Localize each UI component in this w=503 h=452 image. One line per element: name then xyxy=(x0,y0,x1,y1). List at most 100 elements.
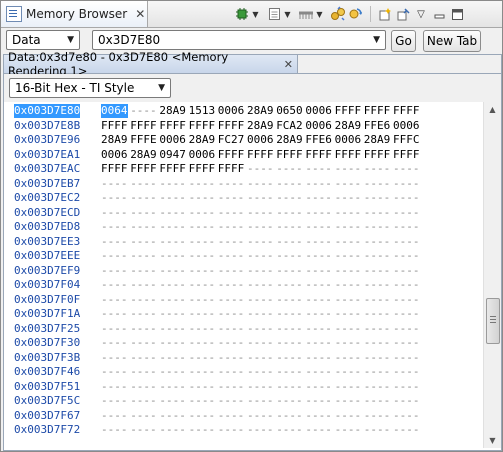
memory-cell[interactable]: ---- xyxy=(305,206,332,220)
memory-cell[interactable]: ---- xyxy=(276,206,303,220)
memory-cell[interactable]: ---- xyxy=(130,191,157,205)
memory-cell[interactable]: ---- xyxy=(189,206,216,220)
memory-cell[interactable]: ---- xyxy=(189,351,216,365)
memory-cell[interactable]: ---- xyxy=(247,336,274,350)
memory-cell[interactable]: ---- xyxy=(393,177,420,191)
memory-cell[interactable]: ---- xyxy=(130,336,157,350)
memory-cell[interactable]: ---- xyxy=(305,351,332,365)
memory-cell[interactable]: ---- xyxy=(101,278,128,292)
memory-cell[interactable]: ---- xyxy=(393,351,420,365)
memory-cell[interactable]: FFFF xyxy=(189,162,216,176)
memory-cell[interactable]: ---- xyxy=(218,394,245,408)
memory-cell[interactable]: ---- xyxy=(393,423,420,437)
memory-cell[interactable]: ---- xyxy=(335,293,362,307)
memory-cell[interactable]: ---- xyxy=(335,162,362,176)
memory-cell[interactable]: ---- xyxy=(247,235,274,249)
rendering-tab[interactable]: Data:0x3d7e80 - 0x3D7E80 <Memory Renderi… xyxy=(4,50,298,78)
row-address[interactable]: 0x003D7F51 xyxy=(14,380,80,394)
memory-browser-tab[interactable]: Memory Browser ✕ xyxy=(1,1,148,27)
memory-cell[interactable]: ---- xyxy=(305,365,332,379)
memory-cell[interactable]: ---- xyxy=(335,409,362,423)
maximize-icon[interactable] xyxy=(448,5,466,23)
memory-cell[interactable]: ---- xyxy=(247,293,274,307)
memory-cell[interactable]: ---- xyxy=(276,322,303,336)
memory-cell[interactable]: ---- xyxy=(130,264,157,278)
memory-cell[interactable]: ---- xyxy=(364,220,391,234)
row-address[interactable]: 0x003D7F1A xyxy=(14,307,80,321)
memory-cell[interactable]: ---- xyxy=(305,191,332,205)
memory-cell[interactable]: ---- xyxy=(247,249,274,263)
memory-cell[interactable]: ---- xyxy=(130,206,157,220)
memory-cell[interactable]: FFFF xyxy=(159,119,186,133)
memory-cell[interactable]: ---- xyxy=(218,264,245,278)
memory-cell[interactable]: ---- xyxy=(159,249,186,263)
memory-cell[interactable]: FC27 xyxy=(218,133,245,147)
memory-cell[interactable]: ---- xyxy=(130,380,157,394)
memory-cell[interactable]: ---- xyxy=(276,235,303,249)
memory-cell[interactable]: 0006 xyxy=(218,104,245,118)
memory-cell[interactable]: FFFC xyxy=(393,133,420,147)
memory-cell[interactable]: ---- xyxy=(364,409,391,423)
memory-cell[interactable]: ---- xyxy=(305,162,332,176)
row-address[interactable]: 0x003D7EC2 xyxy=(14,191,80,205)
memory-cell[interactable]: ---- xyxy=(393,380,420,394)
memory-table[interactable]: 0x003D7E80 0064 ---- 28A9 1513 0006 28A9 0650 00… xyxy=(4,102,482,448)
memory-cell[interactable]: ---- xyxy=(335,380,362,394)
memory-cell[interactable]: ---- xyxy=(247,177,274,191)
memory-cell[interactable]: ---- xyxy=(101,394,128,408)
memory-cell[interactable]: ---- xyxy=(130,322,157,336)
memory-cell[interactable]: 0064 xyxy=(101,104,128,118)
row-address[interactable]: 0x003D7EA1 xyxy=(14,148,80,162)
memory-cell[interactable]: ---- xyxy=(305,235,332,249)
memory-cell[interactable]: FFFE xyxy=(130,133,157,147)
row-address[interactable]: 0x003D7F46 xyxy=(14,365,80,379)
memory-cell[interactable]: ---- xyxy=(218,177,245,191)
row-address[interactable]: 0x003D7F30 xyxy=(14,336,80,350)
memory-cell[interactable]: 0006 xyxy=(189,148,216,162)
memory-cell[interactable]: 28A9 xyxy=(189,133,216,147)
memory-cell[interactable]: ---- xyxy=(335,394,362,408)
memory-cell[interactable]: ---- xyxy=(218,191,245,205)
close-icon[interactable]: ✕ xyxy=(135,7,145,21)
chip-dropdown-icon[interactable]: ▼ xyxy=(251,5,260,23)
memory-cell[interactable]: ---- xyxy=(189,249,216,263)
memory-cell[interactable]: ---- xyxy=(130,365,157,379)
comb-dropdown-icon[interactable]: ▼ xyxy=(315,5,324,23)
memory-cell[interactable]: ---- xyxy=(364,206,391,220)
memory-cell[interactable]: ---- xyxy=(276,409,303,423)
memory-cell[interactable]: 0006 xyxy=(335,133,362,147)
memory-cell[interactable]: ---- xyxy=(130,307,157,321)
memory-cell[interactable]: ---- xyxy=(218,322,245,336)
memory-cell[interactable]: ---- xyxy=(159,409,186,423)
memory-cell[interactable]: ---- xyxy=(218,235,245,249)
row-address[interactable]: 0x003D7F04 xyxy=(14,278,80,292)
memory-cell[interactable]: ---- xyxy=(247,206,274,220)
memory-cell[interactable]: FFFF xyxy=(218,162,245,176)
memory-cell[interactable]: ---- xyxy=(159,423,186,437)
memory-cell[interactable]: ---- xyxy=(276,423,303,437)
memory-cell[interactable]: ---- xyxy=(218,423,245,437)
memory-cell[interactable]: ---- xyxy=(305,177,332,191)
memory-cell[interactable]: ---- xyxy=(335,322,362,336)
memory-cell[interactable]: FFE6 xyxy=(305,133,332,147)
memory-cell[interactable]: ---- xyxy=(159,235,186,249)
memory-cell[interactable]: ---- xyxy=(247,423,274,437)
memory-cell[interactable]: ---- xyxy=(159,365,186,379)
close-icon[interactable]: ✕ xyxy=(284,58,293,71)
memory-cell[interactable]: ---- xyxy=(335,278,362,292)
memory-cell[interactable]: ---- xyxy=(189,191,216,205)
memory-cell[interactable]: ---- xyxy=(218,409,245,423)
memory-cell[interactable]: ---- xyxy=(159,394,186,408)
memory-cell[interactable]: ---- xyxy=(218,206,245,220)
row-address[interactable]: 0x003D7EB7 xyxy=(14,177,80,191)
row-address[interactable]: 0x003D7EF9 xyxy=(14,264,80,278)
memory-cell[interactable]: ---- xyxy=(276,278,303,292)
page-dropdown-icon[interactable]: ▼ xyxy=(283,5,292,23)
memory-cell[interactable]: ---- xyxy=(305,278,332,292)
memory-cell[interactable]: ---- xyxy=(364,177,391,191)
memory-cell[interactable]: ---- xyxy=(364,365,391,379)
memory-cell[interactable]: ---- xyxy=(364,235,391,249)
memory-cell[interactable]: ---- xyxy=(218,293,245,307)
memory-cell[interactable]: FFFF xyxy=(364,148,391,162)
memory-cell[interactable]: ---- xyxy=(276,351,303,365)
